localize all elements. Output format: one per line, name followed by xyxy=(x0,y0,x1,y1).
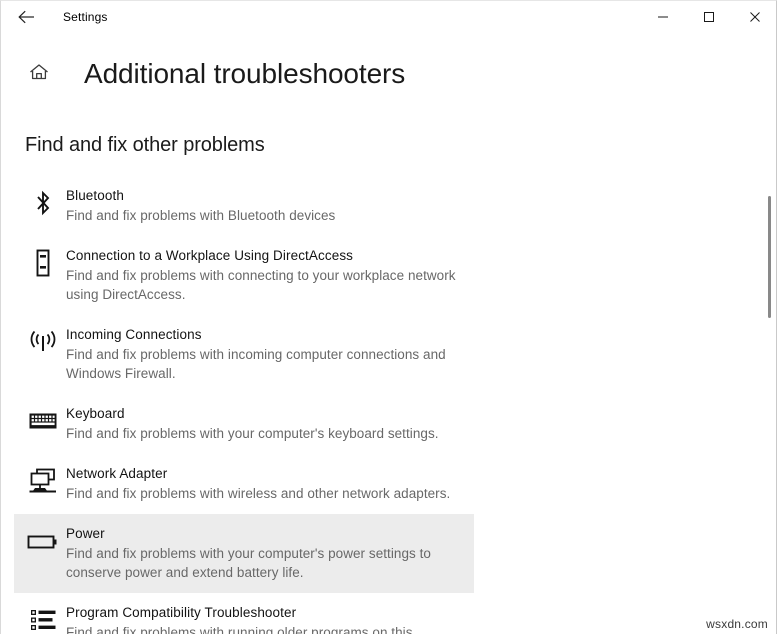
content-area: Find and fix other problems Bluetooth Fi… xyxy=(1,109,776,634)
item-description: Find and fix problems with your computer… xyxy=(66,426,439,441)
troubleshooter-item-program-compatibility[interactable]: Program Compatibility Troubleshooter Fin… xyxy=(14,593,474,634)
minimize-icon xyxy=(657,11,669,23)
item-text: Keyboard Find and fix problems with your… xyxy=(66,404,439,443)
close-button[interactable] xyxy=(732,1,776,33)
minimize-button[interactable] xyxy=(640,1,686,33)
item-title: Bluetooth xyxy=(66,188,124,203)
maximize-button[interactable] xyxy=(686,1,732,33)
power-battery-icon xyxy=(23,524,63,558)
scrollbar-thumb[interactable] xyxy=(768,196,771,318)
item-text: Incoming Connections Find and fix proble… xyxy=(66,325,466,383)
network-adapter-icon xyxy=(23,464,63,498)
troubleshooter-item-incoming-connections[interactable]: Incoming Connections Find and fix proble… xyxy=(14,315,474,394)
item-text: Connection to a Workplace Using DirectAc… xyxy=(66,246,466,304)
page-title: Additional troubleshooters xyxy=(84,58,406,89)
item-title: Connection to a Workplace Using DirectAc… xyxy=(66,248,354,263)
caption-buttons xyxy=(640,1,776,33)
item-text: Power Find and fix problems with your co… xyxy=(66,524,466,582)
title-bar: Settings xyxy=(1,1,776,33)
home-button[interactable] xyxy=(19,62,59,87)
watermark: wsxdn.com xyxy=(702,616,772,632)
item-title: Program Compatibility Troubleshooter xyxy=(66,605,297,620)
back-button[interactable] xyxy=(5,1,49,33)
troubleshooter-list: Bluetooth Find and fix problems with Blu… xyxy=(1,176,776,634)
maximize-icon xyxy=(703,11,715,23)
page-header: Additional troubleshooters xyxy=(1,49,405,99)
keyboard-icon xyxy=(23,404,63,438)
incoming-connections-icon xyxy=(23,325,63,359)
settings-window: Settings Additional troubleshooters Find… xyxy=(0,0,777,634)
troubleshooter-item-directaccess[interactable]: Connection to a Workplace Using DirectAc… xyxy=(14,236,474,315)
item-title: Power xyxy=(66,526,105,541)
item-description: Find and fix problems with connecting to… xyxy=(66,268,456,302)
item-text: Program Compatibility Troubleshooter Fin… xyxy=(66,603,413,634)
program-list-icon xyxy=(23,603,63,634)
close-icon xyxy=(749,11,761,23)
item-title: Network Adapter xyxy=(66,466,168,481)
item-description: Find and fix problems with Bluetooth dev… xyxy=(66,208,336,223)
troubleshooter-item-network-adapter[interactable]: Network Adapter Find and fix problems wi… xyxy=(14,454,474,514)
item-title: Incoming Connections xyxy=(66,327,202,342)
item-title: Keyboard xyxy=(66,406,125,421)
item-description: Find and fix problems with your computer… xyxy=(66,546,431,580)
bluetooth-icon xyxy=(23,186,63,220)
vertical-scrollbar[interactable] xyxy=(761,41,771,634)
item-description: Find and fix problems with incoming comp… xyxy=(66,347,446,381)
item-description: Find and fix problems with running older… xyxy=(66,625,413,634)
troubleshooter-item-power[interactable]: Power Find and fix problems with your co… xyxy=(14,514,474,593)
item-description: Find and fix problems with wireless and … xyxy=(66,486,451,501)
workplace-device-icon xyxy=(23,246,63,280)
home-icon xyxy=(28,62,50,87)
item-text: Network Adapter Find and fix problems wi… xyxy=(66,464,450,503)
app-title: Settings xyxy=(63,10,108,24)
troubleshooter-item-bluetooth[interactable]: Bluetooth Find and fix problems with Blu… xyxy=(14,176,474,236)
section-heading: Find and fix other problems xyxy=(25,134,265,156)
troubleshooter-item-keyboard[interactable]: Keyboard Find and fix problems with your… xyxy=(14,394,474,454)
back-arrow-icon xyxy=(17,9,37,25)
item-text: Bluetooth Find and fix problems with Blu… xyxy=(66,186,335,225)
